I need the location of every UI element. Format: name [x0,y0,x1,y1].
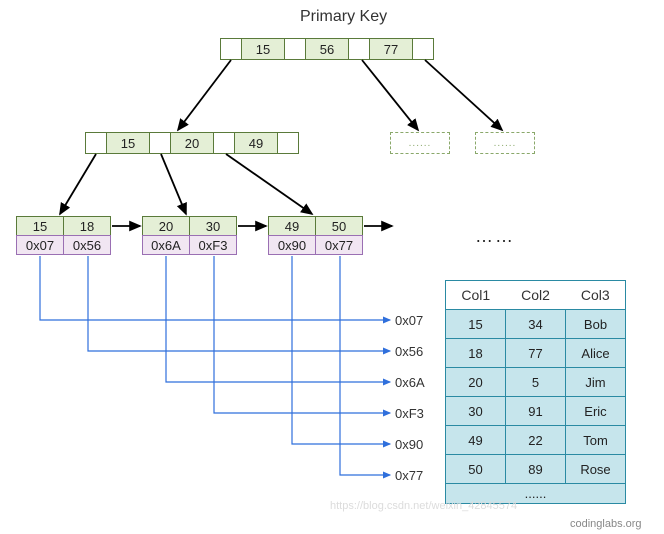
leaf-key: 49 [268,216,316,236]
root-key: 77 [369,38,413,60]
leaf-key: 50 [315,216,363,236]
tree-edge [362,60,418,130]
table-cell: Rose [566,455,626,484]
btree-leaf-node: 49 50 0x90 0x77 [268,216,363,255]
table-cell: Alice [566,339,626,368]
leaf-key: 20 [142,216,190,236]
tree-edge [226,154,312,214]
record-pointer-label: 0x90 [395,437,423,452]
root-key: 15 [241,38,285,60]
table-cell: 34 [506,310,566,339]
leaf-record-ptr: 0x07 [16,235,64,255]
table-cell: 50 [446,455,506,484]
table-cell: Bob [566,310,626,339]
table-row: 30 91 Eric [446,397,626,426]
internal-child-ptr [85,132,107,154]
record-pointer-line [88,256,390,351]
diagram-title: Primary Key [300,8,387,26]
table-cell: 5 [506,368,566,397]
record-pointer-line [214,256,390,413]
leaf-record-ptr: 0x77 [315,235,363,255]
table-cell: Tom [566,426,626,455]
tree-edge [161,154,186,214]
btree-leaf-node: 20 30 0x6A 0xF3 [142,216,237,255]
table-cell: 49 [446,426,506,455]
leaf-record-ptr: 0x56 [63,235,111,255]
record-pointer-line [40,256,390,320]
leaf-record-ptr: 0xF3 [189,235,237,255]
table-row: 20 5 Jim [446,368,626,397]
root-child-ptr [348,38,370,60]
table-cell: 18 [446,339,506,368]
table-cell: 20 [446,368,506,397]
record-pointer-label: 0xF3 [395,406,424,421]
table-cell: 30 [446,397,506,426]
table-row: 49 22 Tom [446,426,626,455]
root-child-ptr [284,38,306,60]
btree-root-node: 15 56 77 [220,38,434,60]
leaf-key: 30 [189,216,237,236]
table-cell: 15 [446,310,506,339]
internal-child-ptr [277,132,299,154]
table-cell: 91 [506,397,566,426]
table-header: Col3 [566,281,626,310]
root-key: 56 [305,38,349,60]
tree-edge [178,60,231,130]
internal-key: 49 [234,132,278,154]
record-pointer-label: 0x77 [395,468,423,483]
table-row: 18 77 Alice [446,339,626,368]
leaf-record-ptr: 0x6A [142,235,190,255]
btree-internal-node: 15 20 49 [85,132,299,154]
record-pointer-label: 0x6A [395,375,425,390]
record-pointer-line [340,256,390,475]
root-child-ptr [412,38,434,60]
btree-node-placeholder: ...... [390,132,450,154]
internal-key: 15 [106,132,150,154]
record-pointer-line [166,256,390,382]
source-label: codinglabs.org [570,518,642,530]
record-pointer-line [292,256,390,444]
leaf-key: 18 [63,216,111,236]
table-header: Col2 [506,281,566,310]
leaf-key: 15 [16,216,64,236]
leaf-ellipsis: …… [475,226,515,247]
table-cell: 89 [506,455,566,484]
record-pointer-label: 0x56 [395,344,423,359]
watermark-text: https://blog.csdn.net/weixin_42845574 [330,500,517,512]
table-cell: Eric [566,397,626,426]
internal-child-ptr [213,132,235,154]
tree-edge [425,60,502,130]
btree-node-placeholder: ...... [475,132,535,154]
tree-edge [60,154,96,214]
leaf-record-ptr: 0x90 [268,235,316,255]
internal-child-ptr [149,132,171,154]
data-table: Col1 Col2 Col3 15 34 Bob 18 77 Alice 20 … [445,280,626,504]
table-cell: Jim [566,368,626,397]
btree-leaf-node: 15 18 0x07 0x56 [16,216,111,255]
table-header: Col1 [446,281,506,310]
root-child-ptr [220,38,242,60]
table-row: 15 34 Bob [446,310,626,339]
record-pointer-label: 0x07 [395,313,423,328]
table-row: 50 89 Rose [446,455,626,484]
internal-key: 20 [170,132,214,154]
table-cell: 77 [506,339,566,368]
table-cell: 22 [506,426,566,455]
